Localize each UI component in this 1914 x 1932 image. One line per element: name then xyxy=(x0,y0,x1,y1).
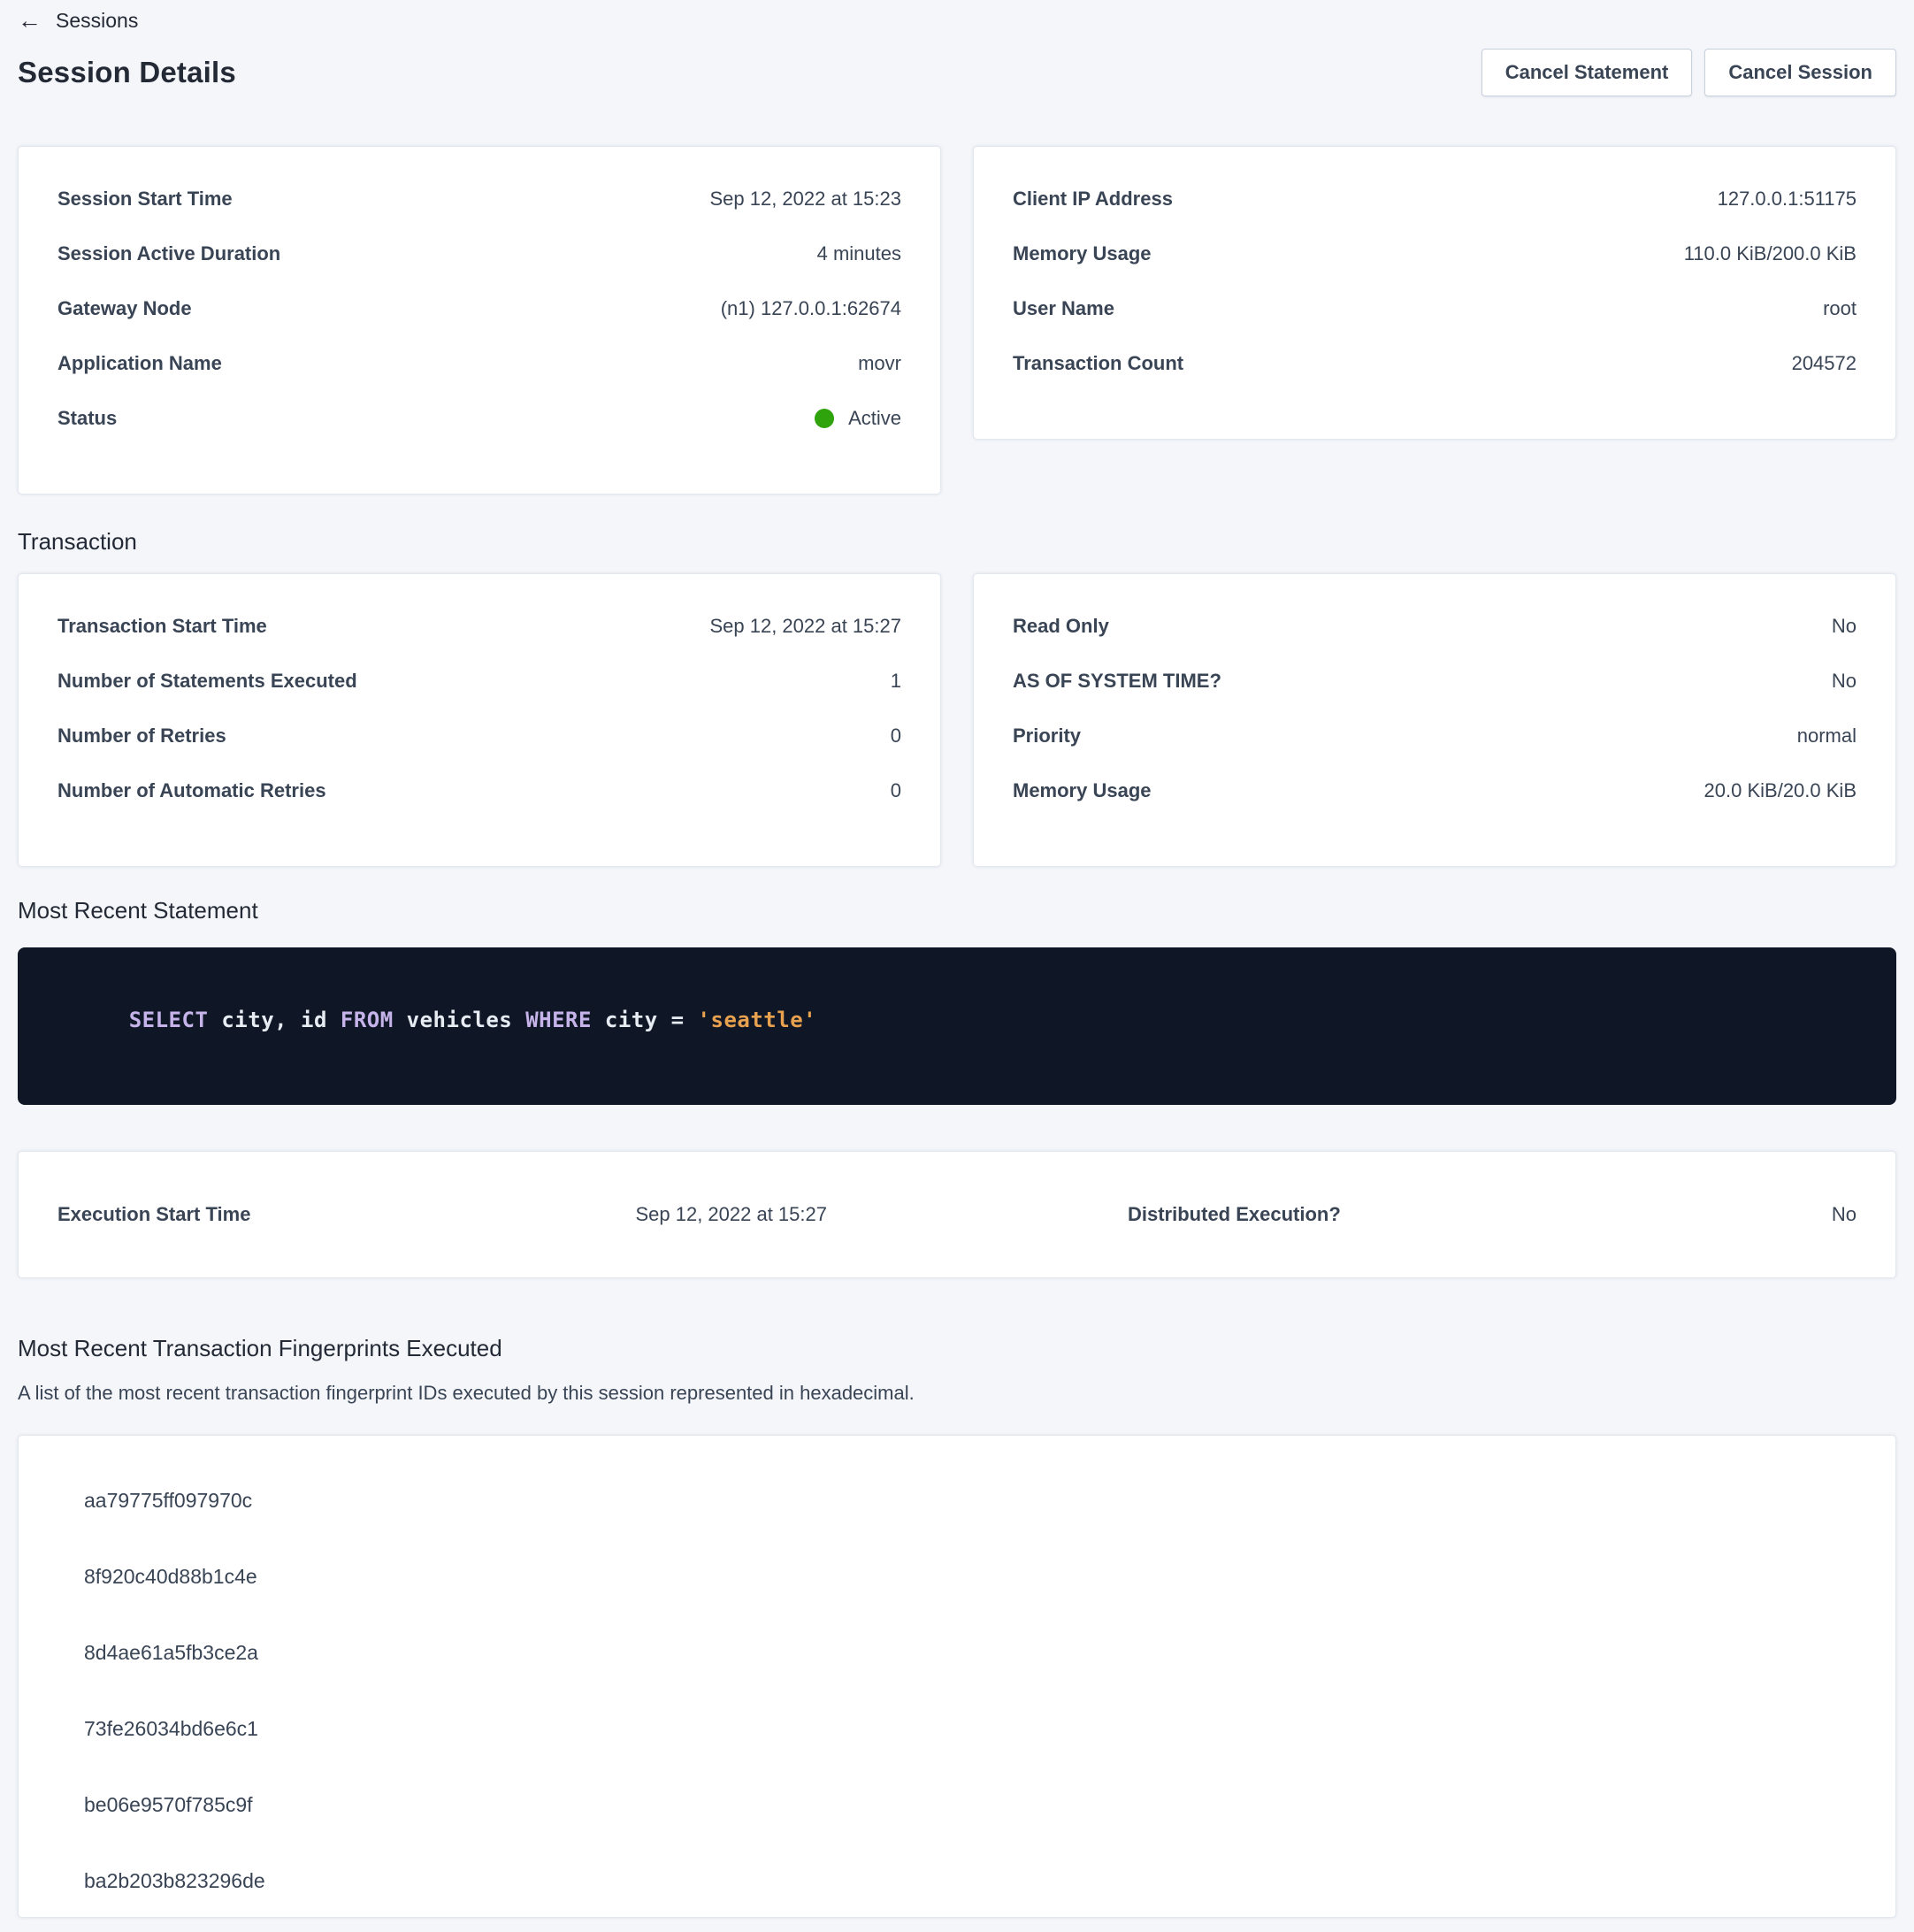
session-card: Session Start Time Sep 12, 2022 at 15:23… xyxy=(18,146,941,494)
back-to-sessions-link[interactable]: ← Sessions xyxy=(18,0,138,33)
sql-statement-block: SELECT city, id FROM vehicles WHERE city… xyxy=(18,947,1896,1105)
transaction-start-time-row: Transaction Start Time Sep 12, 2022 at 1… xyxy=(57,599,901,654)
session-details-page: ← Sessions Session Details Cancel Statem… xyxy=(0,0,1914,1932)
client-ip-value: 127.0.0.1:51175 xyxy=(1718,188,1857,211)
status-active-text: Active xyxy=(848,407,901,430)
priority-value: normal xyxy=(1797,724,1857,748)
client-card: Client IP Address 127.0.0.1:51175 Memory… xyxy=(973,146,1896,440)
read-only-value: No xyxy=(1832,615,1857,638)
fingerprint-item: be06e9570f785c9f xyxy=(84,1767,1857,1843)
transaction-right-card: Read Only No AS OF SYSTEM TIME? No Prior… xyxy=(973,573,1896,867)
transaction-count-label: Transaction Count xyxy=(1013,352,1201,375)
transaction-count-row: Transaction Count 204572 xyxy=(1013,336,1857,391)
transaction-left-card: Transaction Start Time Sep 12, 2022 at 1… xyxy=(18,573,941,867)
retries-row: Number of Retries 0 xyxy=(57,709,901,763)
sql-keyword-where: WHERE xyxy=(525,1008,592,1032)
as-of-system-time-label: AS OF SYSTEM TIME? xyxy=(1013,670,1239,693)
statements-executed-value: 1 xyxy=(891,670,901,693)
fingerprint-item: 73fe26034bd6e6c1 xyxy=(84,1690,1857,1767)
distributed-execution-label: Distributed Execution? xyxy=(1128,1203,1341,1226)
session-active-duration-row: Session Active Duration 4 minutes xyxy=(57,226,901,281)
execution-card: Execution Start Time Sep 12, 2022 at 15:… xyxy=(18,1151,1896,1278)
title-row: Session Details Cancel Statement Cancel … xyxy=(18,49,1896,96)
retries-label: Number of Retries xyxy=(57,724,244,748)
action-buttons: Cancel Statement Cancel Session xyxy=(1481,49,1896,96)
status-row: Status Active xyxy=(57,391,901,446)
fingerprint-item: aa79775ff097970c xyxy=(84,1462,1857,1538)
execution-start-time-label: Execution Start Time xyxy=(57,1203,570,1226)
fingerprint-item: 8d4ae61a5fb3ce2a xyxy=(84,1614,1857,1690)
retries-value: 0 xyxy=(891,724,901,748)
cancel-statement-button[interactable]: Cancel Statement xyxy=(1481,49,1693,96)
distributed-execution-value: No xyxy=(1832,1203,1857,1226)
fingerprints-section-subtitle: A list of the most recent transaction fi… xyxy=(18,1382,1896,1405)
status-active-dot-icon xyxy=(815,409,834,428)
read-only-row: Read Only No xyxy=(1013,599,1857,654)
transaction-memory-usage-value: 20.0 KiB/20.0 KiB xyxy=(1704,779,1857,802)
gateway-node-row: Gateway Node (n1) 127.0.0.1:62674 xyxy=(57,281,901,336)
application-name-value: movr xyxy=(858,352,901,375)
sql-keyword-select: SELECT xyxy=(129,1008,209,1032)
back-link-label: Sessions xyxy=(56,9,138,33)
fingerprints-section-title: Most Recent Transaction Fingerprints Exe… xyxy=(18,1335,1896,1362)
transaction-memory-usage-label: Memory Usage xyxy=(1013,779,1169,802)
gateway-node-link[interactable]: (n1) 127.0.0.1:62674 xyxy=(721,297,901,320)
sql-columns: city, id xyxy=(208,1008,341,1032)
session-start-time-label: Session Start Time xyxy=(57,188,250,211)
sql-table: vehicles xyxy=(394,1008,526,1032)
automatic-retries-label: Number of Automatic Retries xyxy=(57,779,344,802)
fingerprint-item: 8f920c40d88b1c4e xyxy=(84,1538,1857,1614)
fingerprints-card: aa79775ff097970c 8f920c40d88b1c4e 8d4ae6… xyxy=(18,1435,1896,1918)
client-ip-row: Client IP Address 127.0.0.1:51175 xyxy=(1013,172,1857,226)
priority-label: Priority xyxy=(1013,724,1099,748)
transaction-summary-row: Transaction Start Time Sep 12, 2022 at 1… xyxy=(18,573,1896,867)
sql-condition: city = xyxy=(592,1008,698,1032)
execution-start-time-value: Sep 12, 2022 at 15:27 xyxy=(570,1203,827,1226)
session-start-time-value: Sep 12, 2022 at 15:23 xyxy=(709,188,901,211)
application-name-label: Application Name xyxy=(57,352,240,375)
session-summary-row: Session Start Time Sep 12, 2022 at 15:23… xyxy=(18,146,1896,494)
gateway-node-label: Gateway Node xyxy=(57,297,210,320)
status-value: Active xyxy=(815,407,901,430)
transaction-start-time-value: Sep 12, 2022 at 15:27 xyxy=(709,615,901,638)
priority-row: Priority normal xyxy=(1013,709,1857,763)
session-memory-usage-row: Memory Usage 110.0 KiB/200.0 KiB xyxy=(1013,226,1857,281)
back-arrow-icon: ← xyxy=(18,9,42,33)
transaction-memory-usage-row: Memory Usage 20.0 KiB/20.0 KiB xyxy=(1013,763,1857,818)
sql-statement-line: SELECT city, id FROM vehicles WHERE city… xyxy=(50,983,1864,1057)
transaction-start-time-label: Transaction Start Time xyxy=(57,615,285,638)
fingerprint-item: ba2b203b823296de xyxy=(84,1843,1857,1919)
user-name-row: User Name root xyxy=(1013,281,1857,336)
as-of-system-time-value: No xyxy=(1832,670,1857,693)
session-active-duration-value: 4 minutes xyxy=(817,242,901,265)
transaction-section-title: Transaction xyxy=(18,528,1896,556)
read-only-label: Read Only xyxy=(1013,615,1127,638)
session-memory-usage-label: Memory Usage xyxy=(1013,242,1169,265)
client-ip-label: Client IP Address xyxy=(1013,188,1191,211)
cancel-session-button[interactable]: Cancel Session xyxy=(1704,49,1896,96)
statements-executed-label: Number of Statements Executed xyxy=(57,670,375,693)
user-name-label: User Name xyxy=(1013,297,1132,320)
statement-section-title: Most Recent Statement xyxy=(18,897,1896,924)
automatic-retries-value: 0 xyxy=(891,779,901,802)
user-name-value: root xyxy=(1823,297,1857,320)
sql-keyword-from: FROM xyxy=(341,1008,394,1032)
as-of-system-time-row: AS OF SYSTEM TIME? No xyxy=(1013,654,1857,709)
application-name-row: Application Name movr xyxy=(57,336,901,391)
session-start-time-row: Session Start Time Sep 12, 2022 at 15:23 xyxy=(57,172,901,226)
page-title: Session Details xyxy=(18,56,236,89)
transaction-count-value: 204572 xyxy=(1792,352,1857,375)
session-memory-usage-value: 110.0 KiB/200.0 KiB xyxy=(1684,242,1857,265)
sql-string-literal: 'seattle' xyxy=(698,1008,817,1032)
automatic-retries-row: Number of Automatic Retries 0 xyxy=(57,763,901,818)
statements-executed-row: Number of Statements Executed 1 xyxy=(57,654,901,709)
status-label: Status xyxy=(57,407,134,430)
session-active-duration-label: Session Active Duration xyxy=(57,242,298,265)
